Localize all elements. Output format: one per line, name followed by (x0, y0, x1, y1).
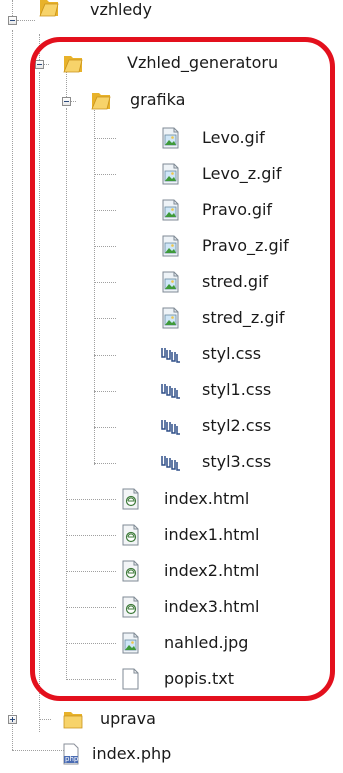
tree-node-vzhledy[interactable]: vzhledy (30, 0, 330, 36)
expand-toggle-uprava[interactable] (8, 715, 17, 724)
php-file-icon: php (60, 743, 82, 765)
file-label: index.php (92, 744, 172, 763)
folder-label: uprava (100, 709, 156, 728)
tree-node-uprava[interactable]: uprava (58, 702, 258, 738)
tree-guide (12, 30, 13, 750)
tree-guide (12, 0, 13, 16)
folder-open-icon (38, 0, 60, 18)
tree-node-index-php[interactable]: php index.php (56, 737, 256, 773)
file-tree: vzhledy Vzhled_generatoru grafika Levo.g… (0, 0, 343, 765)
tree-guide (39, 719, 51, 720)
highlight-outline (30, 37, 335, 701)
collapse-toggle-vzhledy[interactable] (8, 16, 17, 25)
folder-closed-icon (62, 708, 84, 730)
folder-label: vzhledy (90, 0, 152, 19)
php-badge-text: php (65, 755, 79, 763)
